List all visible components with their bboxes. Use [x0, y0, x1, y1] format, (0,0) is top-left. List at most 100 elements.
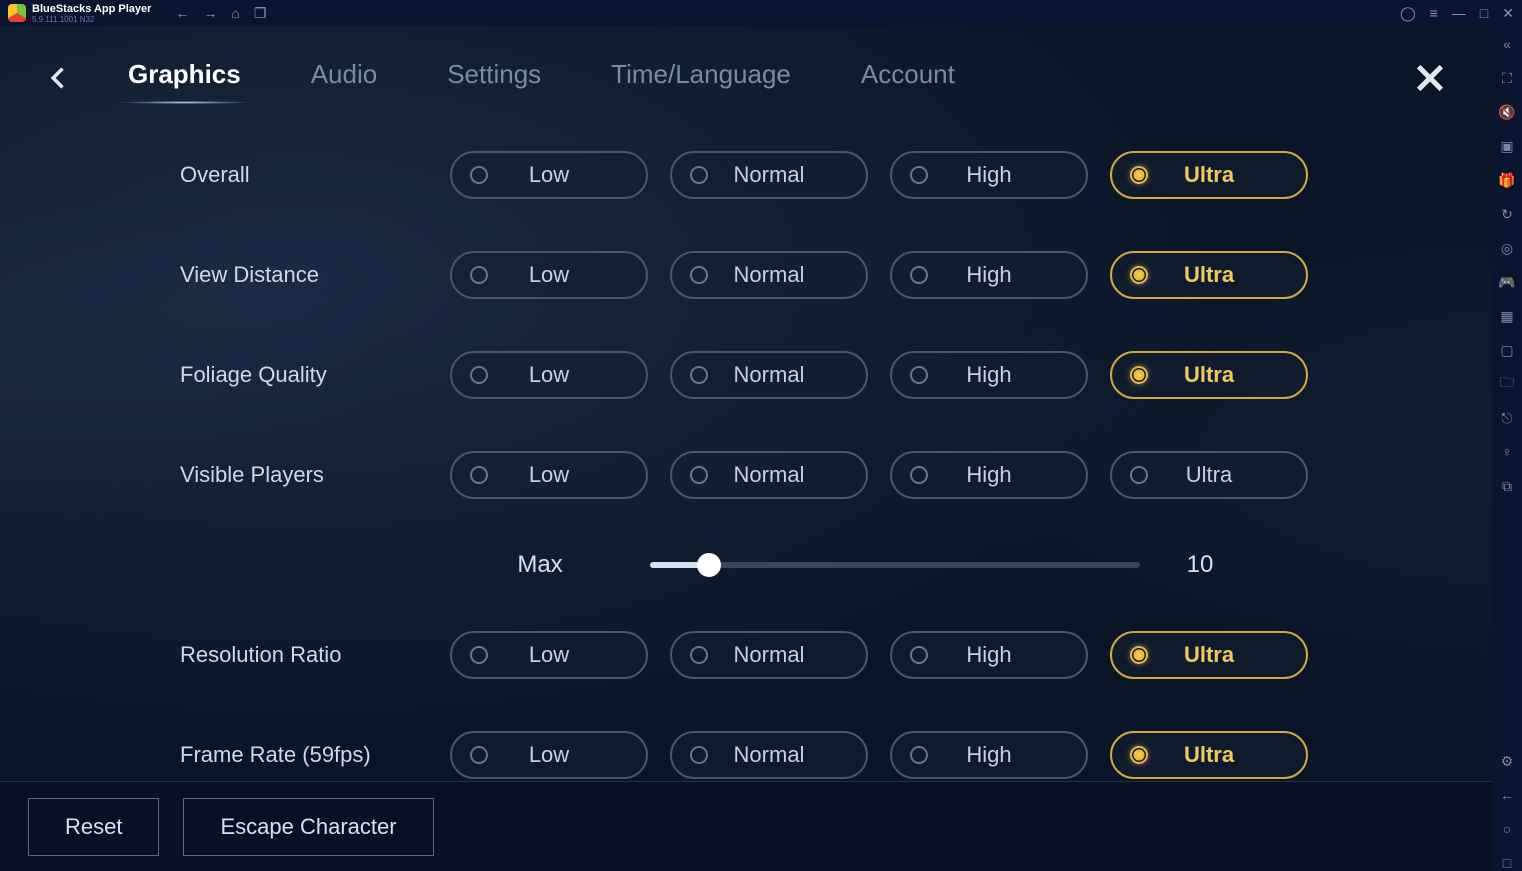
- row-resolution: Resolution Ratio Low Normal High Ultra: [180, 631, 1432, 679]
- titlebar: BlueStacks App Player 5.9.111.1001 N32 ←…: [0, 0, 1522, 26]
- row-frame-rate: Frame Rate (59fps) Low Normal High Ultra: [180, 731, 1432, 779]
- radio-icon: [690, 746, 708, 764]
- options-visible-players: Low Normal High Ultra: [450, 451, 1308, 499]
- titlebar-right: ◯ ≡ — □ ✕: [1400, 5, 1514, 22]
- collapse-icon[interactable]: «: [1499, 36, 1515, 52]
- volume-icon[interactable]: 🔇: [1499, 104, 1515, 120]
- label-foliage: Foliage Quality: [180, 362, 450, 388]
- radio-icon: [470, 266, 488, 284]
- nav-back-icon[interactable]: ←: [175, 5, 189, 22]
- sync-icon[interactable]: ↻: [1499, 206, 1515, 222]
- nav-home-icon[interactable]: ⌂: [231, 5, 239, 22]
- tab-graphics[interactable]: Graphics: [128, 59, 241, 98]
- options-resolution: Low Normal High Ultra: [450, 631, 1308, 679]
- row-overall: Overall Low Normal High Ultra: [180, 151, 1432, 199]
- tab-account[interactable]: Account: [861, 59, 955, 98]
- opt-foliage-ultra[interactable]: Ultra: [1110, 351, 1308, 399]
- tab-time-language[interactable]: Time/Language: [611, 59, 791, 98]
- opt-foliage-low[interactable]: Low: [450, 351, 648, 399]
- apk-icon[interactable]: ▦: [1499, 308, 1515, 324]
- menu-icon[interactable]: ≡: [1430, 5, 1438, 22]
- opt-overall-ultra[interactable]: Ultra: [1110, 151, 1308, 199]
- radio-icon: [470, 366, 488, 384]
- row-visible-players: Visible Players Low Normal High Ultra: [180, 451, 1432, 499]
- opt-res-normal[interactable]: Normal: [670, 631, 868, 679]
- window-close-icon[interactable]: ✕: [1502, 5, 1514, 22]
- opt-fps-ultra[interactable]: Ultra: [1110, 731, 1308, 779]
- options-view-distance: Low Normal High Ultra: [450, 251, 1308, 299]
- radio-icon: [470, 646, 488, 664]
- recents-nav-icon[interactable]: □: [1499, 855, 1515, 871]
- app-title: BlueStacks App Player: [32, 3, 151, 15]
- slider-label: Max: [450, 551, 630, 579]
- radio-icon: [470, 746, 488, 764]
- screenshot-icon[interactable]: ▢: [1499, 342, 1515, 358]
- close-button[interactable]: [1408, 56, 1452, 100]
- opt-fps-low[interactable]: Low: [450, 731, 648, 779]
- gift-icon[interactable]: 🎁: [1499, 172, 1515, 188]
- minimize-icon[interactable]: —: [1452, 5, 1466, 22]
- slider-value: 10: [1160, 551, 1240, 579]
- opt-viewdist-normal[interactable]: Normal: [670, 251, 868, 299]
- opt-overall-normal[interactable]: Normal: [670, 151, 868, 199]
- opt-viewdist-ultra[interactable]: Ultra: [1110, 251, 1308, 299]
- settings-body: Overall Low Normal High Ultra View Dista…: [0, 131, 1492, 781]
- layers-icon[interactable]: ⧉: [1499, 478, 1515, 494]
- radio-icon: [910, 746, 928, 764]
- folder-icon[interactable]: 🗀: [1499, 376, 1515, 392]
- radio-icon: [910, 366, 928, 384]
- opt-viewdist-high[interactable]: High: [890, 251, 1088, 299]
- tab-settings[interactable]: Settings: [447, 59, 541, 98]
- gamepad-icon[interactable]: 🎮: [1499, 274, 1515, 290]
- link-icon[interactable]: ⎋: [1499, 410, 1515, 426]
- radio-icon: [470, 166, 488, 184]
- help-icon[interactable]: ◯: [1400, 5, 1416, 22]
- back-nav-icon[interactable]: ←: [1499, 787, 1515, 803]
- keymap-icon[interactable]: ▣: [1499, 138, 1515, 154]
- radio-icon: [1130, 166, 1148, 184]
- opt-vis-normal[interactable]: Normal: [670, 451, 868, 499]
- footer: Reset Escape Character: [0, 781, 1492, 871]
- slider-thumb-icon[interactable]: [697, 553, 721, 577]
- opt-vis-ultra[interactable]: Ultra: [1110, 451, 1308, 499]
- radio-icon: [910, 466, 928, 484]
- label-overall: Overall: [180, 162, 450, 188]
- options-foliage: Low Normal High Ultra: [450, 351, 1308, 399]
- max-slider[interactable]: [650, 562, 1140, 568]
- opt-res-low[interactable]: Low: [450, 631, 648, 679]
- label-visible-players: Visible Players: [180, 462, 450, 488]
- row-view-distance: View Distance Low Normal High Ultra: [180, 251, 1432, 299]
- chevron-left-icon: [45, 64, 73, 92]
- titlebar-nav: ← → ⌂ ❐: [175, 5, 266, 22]
- opt-viewdist-low[interactable]: Low: [450, 251, 648, 299]
- opt-overall-high[interactable]: High: [890, 151, 1088, 199]
- options-frame-rate: Low Normal High Ultra: [450, 731, 1308, 779]
- bluestacks-logo-icon: [8, 4, 26, 22]
- maximize-icon[interactable]: □: [1480, 5, 1488, 22]
- radio-icon: [1130, 266, 1148, 284]
- fullscreen-icon[interactable]: ⛶: [1499, 70, 1515, 86]
- opt-fps-high[interactable]: High: [890, 731, 1088, 779]
- back-button[interactable]: [40, 59, 78, 97]
- home-nav-icon[interactable]: ○: [1499, 821, 1515, 837]
- opt-res-ultra[interactable]: Ultra: [1110, 631, 1308, 679]
- nav-windows-icon[interactable]: ❐: [254, 5, 267, 22]
- bulb-icon[interactable]: ♀: [1499, 444, 1515, 460]
- gear-icon[interactable]: ⚙: [1499, 753, 1515, 769]
- reset-button[interactable]: Reset: [28, 798, 159, 856]
- opt-fps-normal[interactable]: Normal: [670, 731, 868, 779]
- opt-foliage-normal[interactable]: Normal: [670, 351, 868, 399]
- nav-forward-icon[interactable]: →: [203, 5, 217, 22]
- opt-overall-low[interactable]: Low: [450, 151, 648, 199]
- opt-foliage-high[interactable]: High: [890, 351, 1088, 399]
- opt-vis-high[interactable]: High: [890, 451, 1088, 499]
- opt-res-high[interactable]: High: [890, 631, 1088, 679]
- radio-icon: [690, 166, 708, 184]
- radio-icon: [470, 466, 488, 484]
- radio-icon: [690, 646, 708, 664]
- opt-vis-low[interactable]: Low: [450, 451, 648, 499]
- radio-icon: [910, 646, 928, 664]
- tab-audio[interactable]: Audio: [311, 59, 378, 98]
- escape-character-button[interactable]: Escape Character: [183, 798, 433, 856]
- location-icon[interactable]: ◎: [1499, 240, 1515, 256]
